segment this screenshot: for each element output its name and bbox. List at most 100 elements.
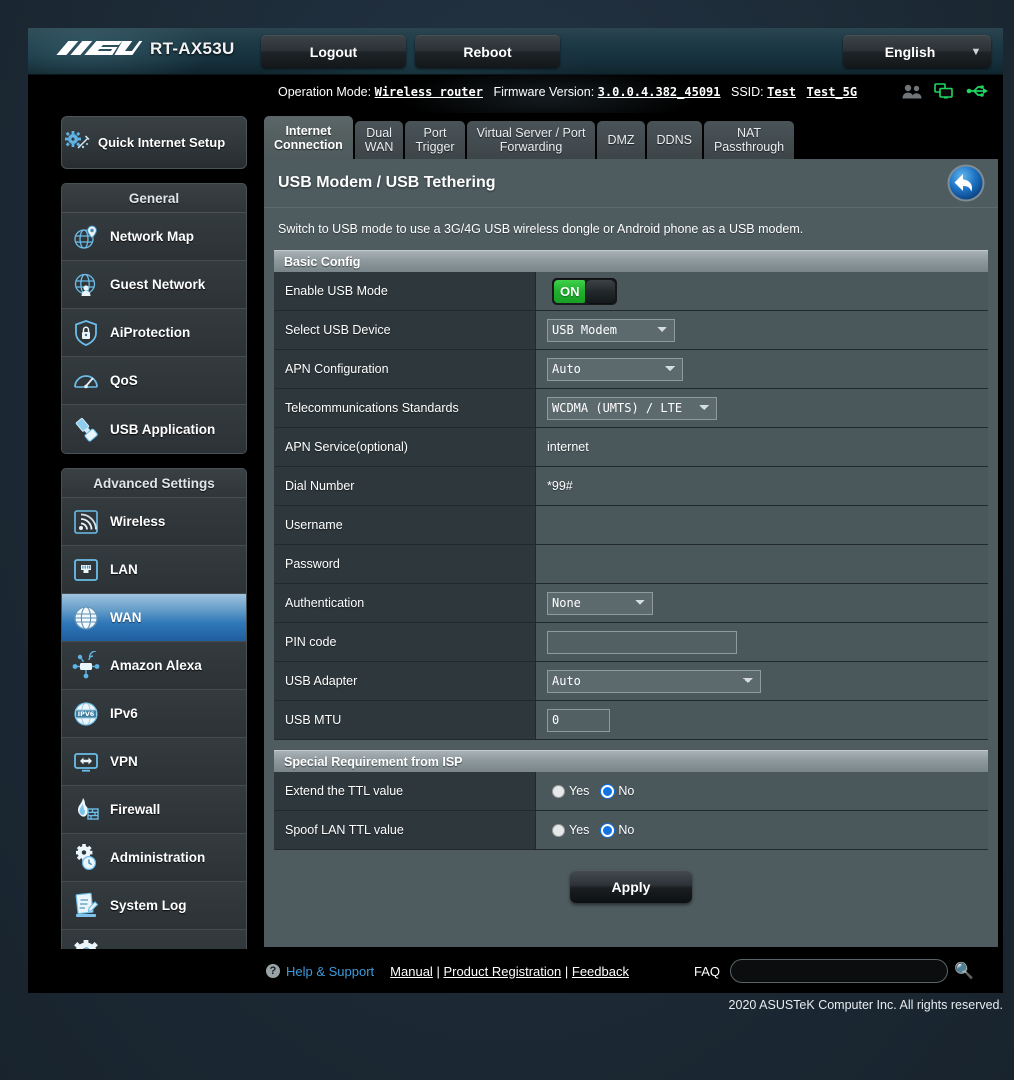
telecommunications-standards-dropdown[interactable]: WCDMA (UMTS) / LTE bbox=[547, 397, 717, 420]
reboot-button[interactable]: Reboot bbox=[415, 35, 560, 68]
sidebar-item-guest-network[interactable]: Guest Network bbox=[62, 261, 246, 309]
sidebar-item-ipv6[interactable]: IPV6 IPv6 bbox=[62, 690, 246, 738]
sidebar-item-label: IPv6 bbox=[110, 706, 138, 721]
usb-adapter-dropdown[interactable]: Auto bbox=[547, 670, 761, 693]
sidebar-group-advanced: Advanced Settings Wireless LAN bbox=[61, 468, 247, 979]
row-label: Select USB Device bbox=[274, 311, 536, 349]
sidebar-item-usb-application[interactable]: USB Application bbox=[62, 405, 246, 453]
enable-usb-mode-toggle[interactable]: ON bbox=[552, 278, 617, 305]
sidebar-item-network-map[interactable]: Network Map bbox=[62, 213, 246, 261]
dial-number-value[interactable]: *99# bbox=[536, 467, 988, 505]
username-value[interactable] bbox=[536, 506, 988, 544]
authentication-dropdown[interactable]: None bbox=[547, 592, 653, 615]
search-icon[interactable]: 🔍 bbox=[954, 961, 974, 981]
radio-selected-icon[interactable] bbox=[601, 824, 614, 837]
help-support-link[interactable]: ? Help & Support bbox=[266, 964, 374, 979]
select-usb-device-dropdown[interactable]: USB Modem bbox=[547, 319, 675, 342]
sidebar-item-qos[interactable]: QoS bbox=[62, 357, 246, 405]
radio-unselected-icon[interactable] bbox=[552, 824, 565, 837]
firmware-value[interactable]: 3.0.0.4.382_45091 bbox=[598, 85, 721, 99]
apply-button[interactable]: Apply bbox=[570, 870, 692, 903]
language-selector[interactable]: English ▼ bbox=[843, 35, 991, 68]
pin-code-input[interactable] bbox=[547, 631, 737, 654]
footer-bar: ? Help & Support Manual | Product Regist… bbox=[28, 949, 1003, 993]
special-isp-table: Extend the TTL value Yes No bbox=[274, 772, 988, 850]
usb-mtu-input[interactable] bbox=[547, 709, 610, 732]
tab-port-trigger[interactable]: Port Trigger bbox=[405, 121, 464, 159]
sidebar-item-system-log[interactable]: System Log bbox=[62, 882, 246, 930]
tab-dmz[interactable]: DMZ bbox=[597, 121, 644, 159]
sidebar-item-administration[interactable]: Administration bbox=[62, 834, 246, 882]
row-value: Auto bbox=[536, 350, 988, 388]
quick-internet-setup-button[interactable]: Quick Internet Setup bbox=[61, 116, 247, 169]
sidebar-item-label: Network Map bbox=[110, 229, 194, 244]
extend-ttl-yes-option[interactable]: Yes bbox=[552, 784, 589, 798]
sidebar-item-vpn[interactable]: VPN bbox=[62, 738, 246, 786]
router-admin-window: RT-AX53U Logout Reboot English ▼ Operati… bbox=[28, 28, 1003, 993]
footer-links: Manual | Product Registration | Feedback bbox=[390, 964, 629, 979]
settings-panel: USB Modem / USB Tethering bbox=[264, 159, 998, 947]
password-value[interactable] bbox=[536, 545, 988, 583]
table-row: USB Adapter Auto bbox=[274, 662, 988, 701]
clients-users-icon[interactable] bbox=[902, 84, 922, 99]
back-arrow-icon[interactable] bbox=[946, 163, 986, 203]
row-value: Auto bbox=[536, 662, 988, 700]
sidebar-item-amazon-alexa[interactable]: Amazon Alexa bbox=[62, 642, 246, 690]
tab-line2: WAN bbox=[365, 140, 394, 154]
apn-configuration-dropdown[interactable]: Auto bbox=[547, 358, 683, 381]
sidebar-item-wan[interactable]: WAN bbox=[62, 594, 246, 642]
sidebar-item-aiprotection[interactable]: AiProtection bbox=[62, 309, 246, 357]
lan-port-icon bbox=[71, 555, 101, 585]
feedback-link[interactable]: Feedback bbox=[572, 964, 629, 979]
router-model: RT-AX53U bbox=[150, 39, 235, 59]
table-row: Spoof LAN TTL value Yes No bbox=[274, 811, 988, 850]
sidebar-item-wireless[interactable]: Wireless bbox=[62, 498, 246, 546]
tab-dual-wan[interactable]: Dual WAN bbox=[355, 121, 404, 159]
extend-ttl-no-option[interactable]: No bbox=[601, 784, 634, 798]
spoof-lan-ttl-yes-option[interactable]: Yes bbox=[552, 823, 589, 837]
faq-search-input[interactable] bbox=[730, 959, 948, 983]
tab-line1: Dual bbox=[365, 126, 394, 140]
operation-mode-value[interactable]: Wireless router bbox=[375, 85, 483, 99]
table-row: Password bbox=[274, 545, 988, 584]
devices-monitor-icon[interactable] bbox=[934, 83, 954, 99]
system-log-icon bbox=[71, 891, 101, 921]
toggle-state-label: ON bbox=[554, 280, 585, 303]
usb-application-icon bbox=[71, 414, 101, 444]
product-registration-link[interactable]: Product Registration bbox=[443, 964, 561, 979]
table-row: Dial Number *99# bbox=[274, 467, 988, 506]
basic-config-table: Enable USB Mode ON Select USB Device bbox=[274, 272, 988, 740]
spoof-lan-ttl-no-option[interactable]: No bbox=[601, 823, 634, 837]
apply-button-row: Apply bbox=[264, 850, 998, 903]
row-value bbox=[536, 623, 988, 661]
svg-text:IPV6: IPV6 bbox=[78, 710, 95, 718]
row-value bbox=[536, 701, 988, 739]
table-row: Telecommunications Standards WCDMA (UMTS… bbox=[274, 389, 988, 428]
row-value: ON bbox=[536, 272, 988, 310]
sidebar-item-lan[interactable]: LAN bbox=[62, 546, 246, 594]
main-body: Quick Internet Setup General Network Map… bbox=[28, 113, 1003, 993]
tab-nat-passthrough[interactable]: NAT Passthrough bbox=[704, 121, 794, 159]
tab-line1: DMZ bbox=[607, 133, 634, 147]
tab-bar: Internet Connection Dual WAN Port Trigge… bbox=[264, 113, 998, 159]
tab-virtual-server-port-forwarding[interactable]: Virtual Server / Port Forwarding bbox=[467, 121, 596, 159]
manual-link[interactable]: Manual bbox=[390, 964, 433, 979]
tab-line1: DDNS bbox=[657, 133, 692, 147]
apn-service-value[interactable]: internet bbox=[536, 428, 988, 466]
logout-button[interactable]: Logout bbox=[261, 35, 406, 68]
page-title: USB Modem / USB Tethering bbox=[278, 174, 496, 192]
tab-ddns[interactable]: DDNS bbox=[647, 121, 702, 159]
radio-unselected-icon[interactable] bbox=[552, 785, 565, 798]
tab-line2: Connection bbox=[274, 138, 343, 152]
row-label: Password bbox=[274, 545, 536, 583]
tab-line2: Trigger bbox=[415, 140, 454, 154]
tab-line1: Virtual Server / Port bbox=[477, 126, 586, 140]
radio-selected-icon[interactable] bbox=[601, 785, 614, 798]
row-label: Authentication bbox=[274, 584, 536, 622]
ssid-5g-value[interactable]: Test_5G bbox=[807, 85, 858, 99]
ssid-24-value[interactable]: Test bbox=[767, 85, 796, 99]
quick-setup-gear-icon bbox=[62, 128, 92, 158]
sidebar-item-firewall[interactable]: Firewall bbox=[62, 786, 246, 834]
usb-icon[interactable] bbox=[966, 83, 988, 99]
tab-internet-connection[interactable]: Internet Connection bbox=[264, 116, 353, 159]
